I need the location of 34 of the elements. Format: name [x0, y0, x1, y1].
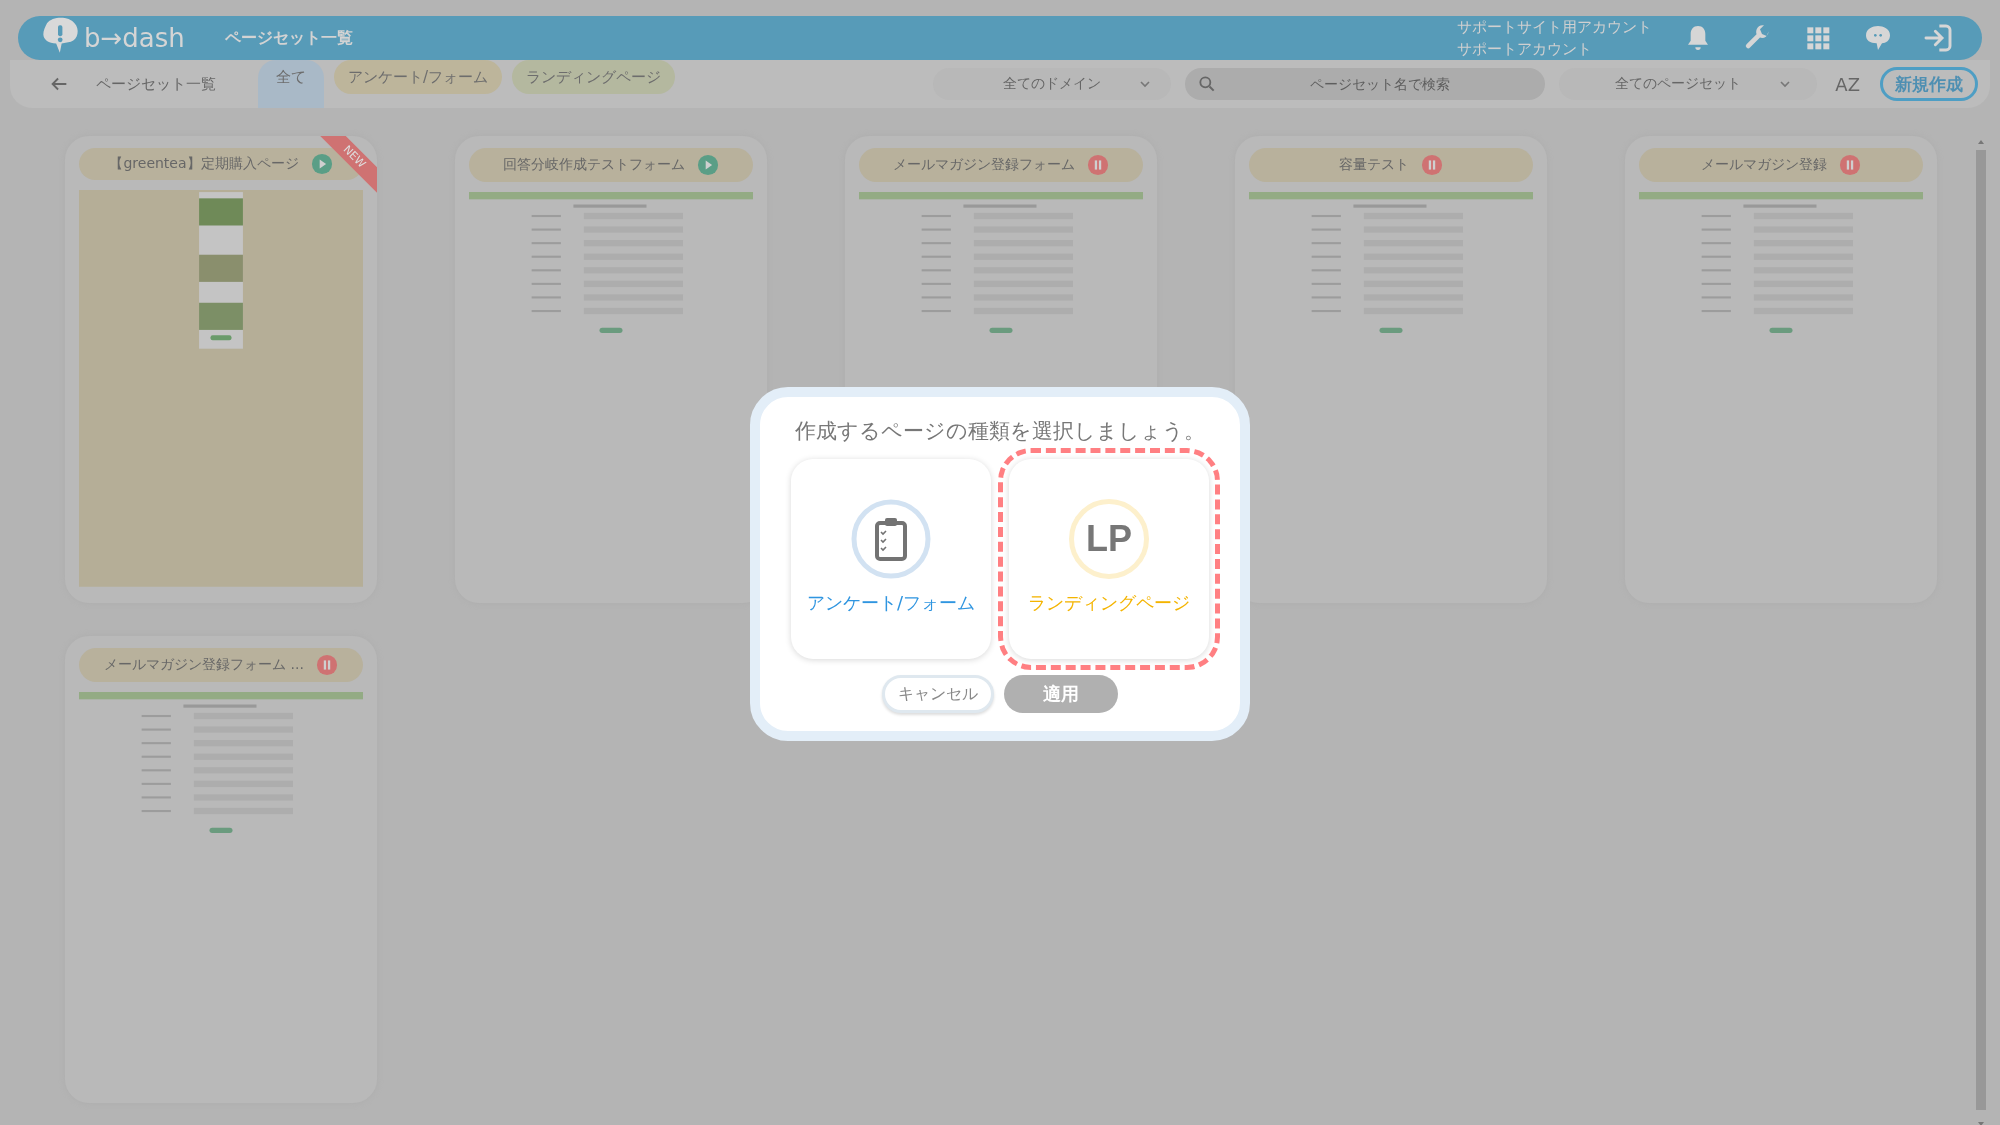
page-title: ページセット一覧 — [224, 27, 353, 49]
card-title: メールマガジン登録 — [1701, 156, 1827, 174]
pause-icon[interactable] — [1421, 154, 1443, 176]
page-set-card[interactable]: メールマガジン登録フォーム ... — [65, 636, 377, 1103]
card-title: 回答分岐作成テストフォーム — [503, 156, 685, 174]
card-title: 容量テスト — [1339, 156, 1409, 174]
card-title: メールマガジン登録フォーム — [893, 156, 1075, 174]
pause-icon[interactable] — [1087, 154, 1109, 176]
card-title: メールマガジン登録フォーム ... — [104, 656, 304, 674]
filter-tab[interactable]: アンケート/フォーム — [334, 60, 503, 94]
page-set-card[interactable]: メールマガジン登録 — [1625, 136, 1937, 603]
clipboard-icon — [851, 499, 931, 579]
page-set-card[interactable]: 回答分岐作成テストフォーム — [455, 136, 767, 603]
page-set-card[interactable]: 容量テスト — [1235, 136, 1547, 603]
new-button[interactable]: 新規作成 — [1880, 67, 1978, 101]
logo-text: b→dash — [84, 23, 185, 53]
dropdown[interactable]: 全てのページセット — [1559, 68, 1818, 100]
search-field[interactable]: ページセット名で検索 — [1185, 68, 1546, 100]
lp-icon: LP — [1069, 499, 1149, 579]
filter-tab[interactable]: ランディングページ — [512, 60, 676, 94]
sign-in-icon[interactable] — [1922, 22, 1954, 54]
pause-icon[interactable] — [315, 654, 338, 676]
filter-tab[interactable]: 全て — [258, 60, 324, 108]
breadcrumb: ページセット一覧 — [96, 74, 216, 94]
cancel-button[interactable]: キャンセル — [882, 675, 994, 713]
card-title: 【greentea】定期購入ページ — [109, 155, 299, 174]
dropdown[interactable]: 全てのドメイン — [933, 68, 1172, 100]
play-icon[interactable] — [310, 153, 333, 176]
pause-icon[interactable] — [1839, 154, 1861, 176]
page-type-option[interactable]: アンケート/フォーム — [791, 459, 991, 659]
play-icon[interactable] — [697, 154, 719, 176]
account-name: サポートアカウント — [1457, 39, 1593, 60]
account-name: サポートサイト用アカウント — [1457, 17, 1652, 38]
sort-button[interactable]: AZ — [1831, 73, 1864, 95]
